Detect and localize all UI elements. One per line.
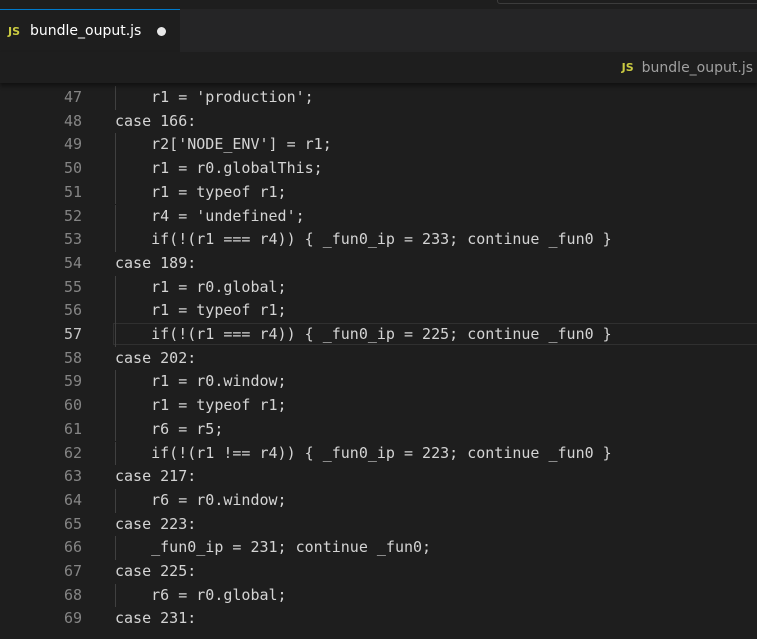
code-text[interactable]: case 225: [115, 560, 196, 584]
javascript-file-icon: JS [621, 61, 634, 74]
line-number: 67 [63, 562, 82, 580]
code-text[interactable]: r1 = 'production'; [115, 86, 314, 110]
code-line[interactable]: 66 _fun0_ip = 231; continue _fun0; [0, 536, 757, 560]
line-number: 55 [63, 277, 82, 296]
line-number: 58 [63, 348, 82, 367]
code-line[interactable]: 52 r4 = 'undefined'; [0, 204, 757, 229]
code-line[interactable]: 54 case 189: [0, 252, 757, 276]
code-text[interactable]: r1 = r0.global; [115, 276, 286, 300]
code-line[interactable]: 63 case 217: [0, 465, 757, 489]
line-number: 54 [63, 253, 82, 272]
line-number: 63 [63, 467, 82, 486]
line-number: 59 [63, 372, 82, 391]
code-text[interactable]: r1 = typeof r1; [115, 181, 286, 205]
line-number: 60 [63, 396, 82, 415]
code-text[interactable]: if(!(r1 !== r4)) { _fun0_ip = 223; conti… [115, 442, 612, 466]
line-number: 50 [63, 159, 82, 178]
code-line[interactable]: 62 if(!(r1 !== r4)) { _fun0_ip = 223; co… [0, 441, 757, 466]
tab-bar: JS bundle_ouput.js [0, 9, 757, 52]
code-line[interactable]: 59 r1 = r0.window; [0, 370, 757, 395]
line-number: 49 [63, 135, 82, 154]
line-number: 53 [63, 230, 82, 249]
code-line[interactable]: 68 r6 = r0.global; [0, 583, 757, 608]
code-text[interactable]: r1 = r0.window; [115, 370, 286, 394]
code-text[interactable]: case 217: [115, 465, 196, 489]
code-line[interactable]: 69 case 231: [0, 607, 757, 631]
command-center-edge[interactable] [497, 0, 757, 4]
code-text[interactable]: _fun0_ip = 231; continue _fun0; [115, 536, 431, 560]
breadcrumb: JS bundle_ouput.js [0, 52, 757, 83]
code-line[interactable]: 48 case 166: [0, 110, 757, 134]
code-text[interactable]: if(!(r1 === r4)) { _fun0_ip = 225; conti… [115, 323, 612, 347]
line-number: 48 [63, 111, 82, 130]
code-text[interactable]: r6 = r0.global; [115, 584, 286, 608]
code-line[interactable]: 53 if(!(r1 === r4)) { _fun0_ip = 233; co… [0, 228, 757, 252]
code-text[interactable]: case 223: [115, 513, 196, 537]
code-line[interactable]: 58 case 202: [0, 347, 757, 371]
code-line[interactable]: 67 case 225: [0, 560, 757, 584]
breadcrumb-file-label: bundle_ouput.js [641, 59, 753, 76]
code-line[interactable]: 57 if(!(r1 === r4)) { _fun0_ip = 225; co… [0, 323, 757, 347]
code-text[interactable]: if(!(r1 === r4)) { _fun0_ip = 233; conti… [115, 228, 612, 252]
code-line[interactable]: 55 r1 = r0.global; [0, 275, 757, 300]
code-line[interactable]: 65 case 223: [0, 513, 757, 537]
code-text[interactable]: r1 = typeof r1; [115, 394, 286, 418]
line-number: 61 [63, 419, 82, 438]
code-text[interactable]: case 189: [115, 252, 196, 276]
code-text[interactable]: r2['NODE_ENV'] = r1; [115, 133, 332, 157]
breadcrumb-file[interactable]: JS bundle_ouput.js [622, 52, 753, 83]
line-number: 51 [63, 182, 82, 201]
code-text[interactable]: case 202: [115, 347, 196, 371]
line-number: 64 [63, 490, 82, 509]
line-number: 66 [63, 538, 82, 557]
tab-label: bundle_ouput.js [30, 23, 142, 39]
tab-bundle-ouput-js[interactable]: JS bundle_ouput.js [0, 9, 180, 52]
code-text[interactable]: r4 = 'undefined'; [115, 205, 305, 229]
vscode-editor-window: JS bundle_ouput.js JS bundle_ouput.js 47… [0, 0, 757, 639]
line-number: 62 [63, 443, 82, 462]
line-number: 52 [63, 206, 82, 225]
line-number: 65 [63, 514, 82, 533]
code-line[interactable]: 56 r1 = typeof r1; [0, 299, 757, 323]
code-text[interactable]: r1 = r0.globalThis; [115, 157, 323, 181]
code-line[interactable]: 50 r1 = r0.globalThis; [0, 157, 757, 181]
unsaved-changes-dot-icon[interactable] [157, 27, 166, 36]
code-text[interactable]: case 231: [115, 607, 196, 631]
line-number: 57 [63, 325, 82, 343]
code-line[interactable]: 64 r6 = r0.window; [0, 488, 757, 513]
code-editor[interactable]: 47 r1 = 'production'; 48 case 166: 49 r2['N… [0, 83, 757, 639]
code-line[interactable]: 49 r2['NODE_ENV'] = r1; [0, 133, 757, 158]
code-text[interactable]: r6 = r5; [115, 418, 223, 442]
code-text[interactable]: r6 = r0.window; [115, 489, 286, 513]
javascript-file-icon: JS [8, 24, 21, 38]
code-text[interactable]: case 166: [115, 110, 196, 134]
code-line[interactable]: 51 r1 = typeof r1; [0, 180, 757, 205]
line-number: 56 [63, 301, 82, 320]
code-line[interactable]: 60 r1 = typeof r1; [0, 394, 757, 418]
line-number: 68 [63, 585, 82, 604]
line-number: 69 [63, 609, 82, 628]
code-text[interactable]: r1 = typeof r1; [115, 299, 286, 323]
line-number: 47 [63, 88, 82, 106]
code-line[interactable]: 47 r1 = 'production'; [0, 86, 757, 110]
code-line[interactable]: 61 r6 = r5; [0, 417, 757, 442]
title-strip [0, 0, 757, 9]
